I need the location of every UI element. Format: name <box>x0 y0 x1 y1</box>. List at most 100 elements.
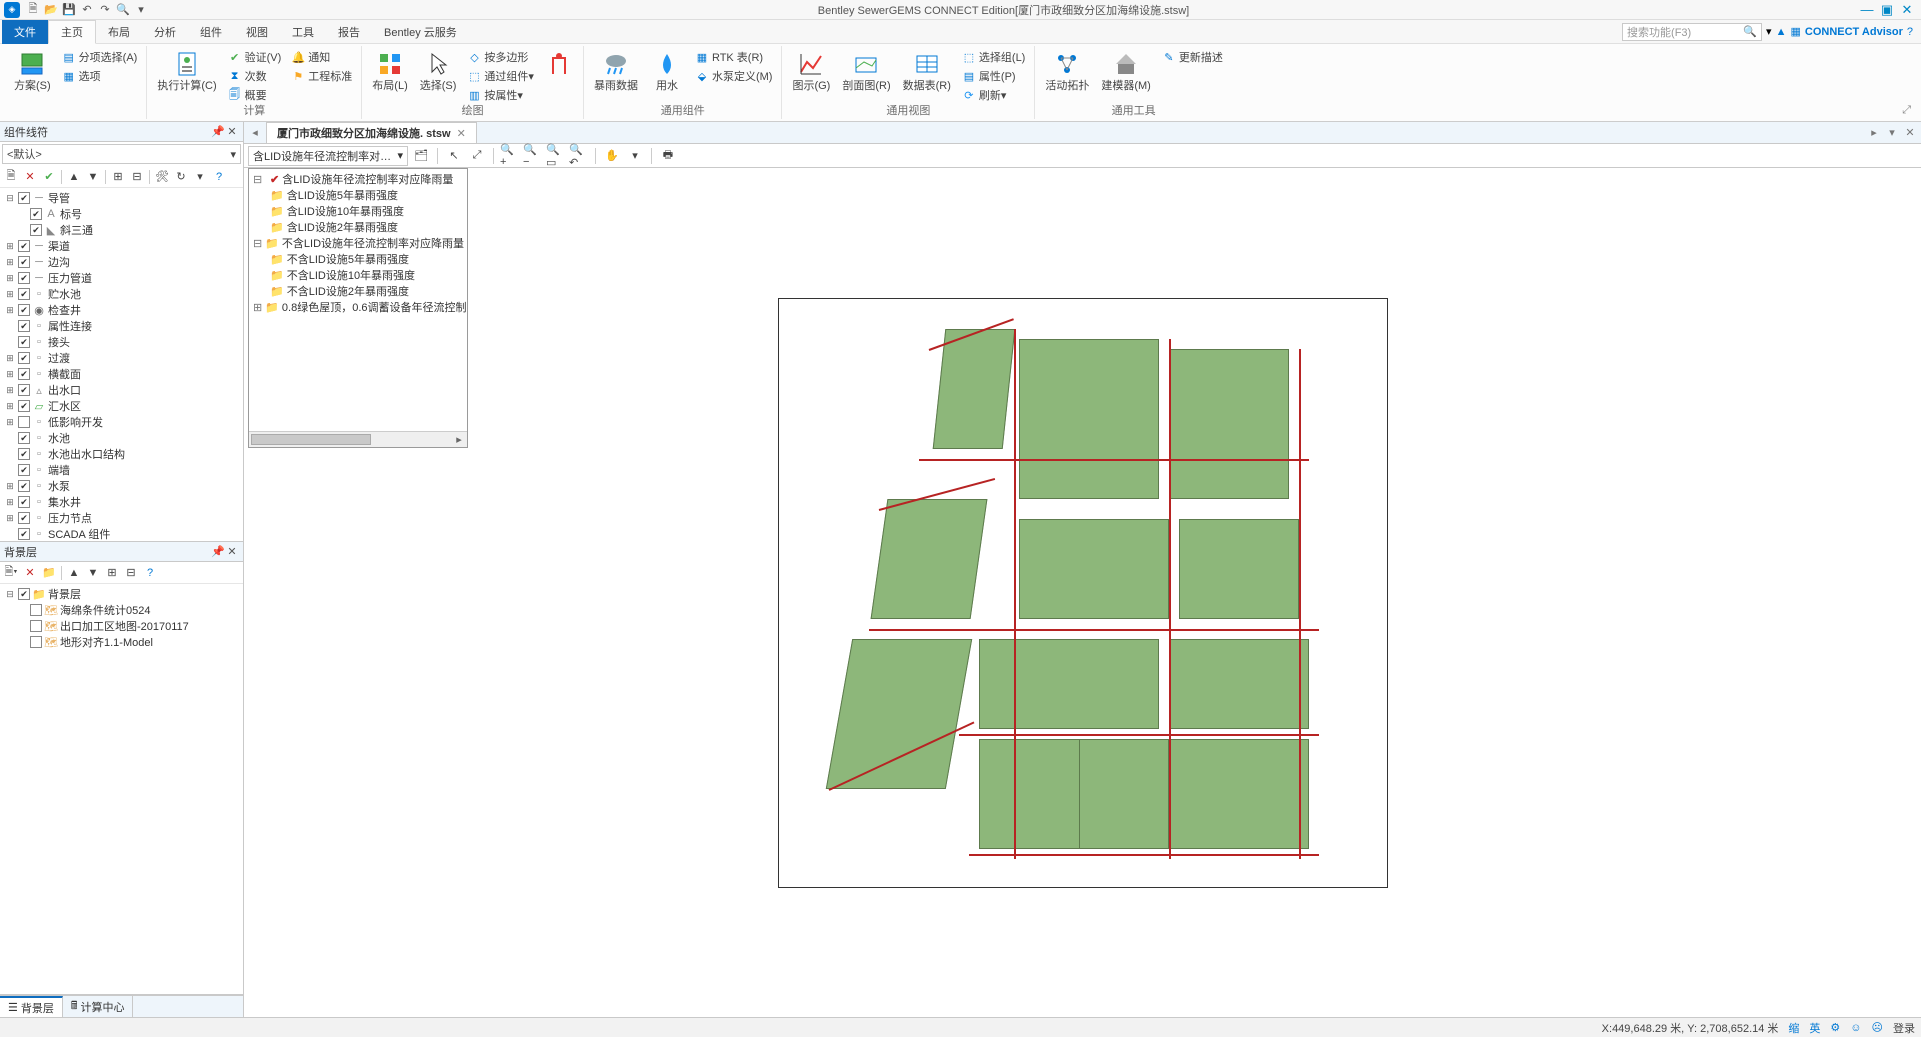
rtk-table-button[interactable]: ▦RTK 表(R) <box>692 48 776 66</box>
diagram-button[interactable]: 图示(G) <box>788 48 834 94</box>
expand-icon[interactable]: ⊞ <box>4 369 16 380</box>
tab-prev-icon[interactable]: ◂ <box>248 126 262 139</box>
qat-dropdown-icon[interactable]: ▾ <box>132 2 150 18</box>
tree-item[interactable]: ⊞◉检查井 <box>2 302 241 318</box>
check-icon[interactable]: ✔ <box>40 168 58 186</box>
up-icon[interactable]: ▲ <box>65 564 83 582</box>
minimize-icon[interactable]: — <box>1857 2 1877 18</box>
update-desc-button[interactable]: ✎更新描述 <box>1159 48 1226 66</box>
checkbox[interactable] <box>18 432 30 444</box>
scenario-item[interactable]: 📁不含LID设施10年暴雨强度 <box>251 267 465 283</box>
tab-close-icon[interactable]: ✕ <box>457 127 466 140</box>
scenario-item[interactable]: 📁不含LID设施2年暴雨强度 <box>251 283 465 299</box>
checkbox[interactable] <box>18 368 30 380</box>
checkbox[interactable] <box>30 604 42 616</box>
tab-compute-center[interactable]: 🖩计算中心 <box>63 995 134 1017</box>
water-usage-button[interactable]: 用水 <box>646 48 688 94</box>
checkbox[interactable] <box>18 352 30 364</box>
signin-link[interactable]: 登录 <box>1893 1020 1915 1036</box>
tab-report[interactable]: 报告 <box>326 20 372 44</box>
expand-icon[interactable]: ⊟ <box>253 237 262 250</box>
checkbox[interactable] <box>18 448 30 460</box>
tab-tools[interactable]: 工具 <box>280 20 326 44</box>
notify-button[interactable]: 🔔通知 <box>288 48 355 66</box>
expand-icon[interactable]: ⊟ <box>4 589 16 600</box>
panel-close-icon[interactable]: ✕ <box>225 125 239 138</box>
layout-button[interactable]: 布局(L) <box>368 48 411 94</box>
tab-background-layers[interactable]: ☰背景层 <box>0 996 63 1018</box>
scenario-tree-hscroll[interactable]: ◂ ▸ <box>249 431 467 447</box>
tree-item[interactable]: ⊞▫横截面 <box>2 366 241 382</box>
expand-icon[interactable]: ⊞ <box>4 353 16 364</box>
collapse-icon[interactable]: ⊟ <box>122 564 140 582</box>
checkbox[interactable] <box>18 272 30 284</box>
expand-icon[interactable]: ⊞ <box>253 301 262 314</box>
checkbox[interactable] <box>18 304 30 316</box>
qat-undo-icon[interactable]: ↶ <box>78 2 96 18</box>
document-tab[interactable]: 厦门市政细致分区加海绵设施. stsw ✕ <box>266 122 477 143</box>
pump-def-button[interactable]: ⬙水泵定义(M) <box>692 67 776 85</box>
restore-icon[interactable]: ▣ <box>1877 2 1897 18</box>
alternatives-button[interactable]: ▤分项选择(A) <box>59 48 141 66</box>
tree-item[interactable]: ▫水池出水口结构 <box>2 446 241 462</box>
scenario-item[interactable]: 📁含LID设施5年暴雨强度 <box>251 187 465 203</box>
tree-item[interactable]: ⊞─边沟 <box>2 254 241 270</box>
scenario-tree-popup[interactable]: ⊟ ✔含LID设施年径流控制率对应降雨量 📁含LID设施5年暴雨强度 📁含LID… <box>248 168 468 448</box>
profile-button[interactable]: 剖面图(R) <box>838 48 894 94</box>
expand-icon[interactable]: ⊞ <box>4 497 16 508</box>
scroll-thumb[interactable] <box>251 434 371 445</box>
ribbon-expand-icon[interactable]: ▾ <box>1766 25 1772 38</box>
tab-next-icon[interactable]: ▸ <box>1867 126 1881 139</box>
expand-icon[interactable]: ⊞ <box>4 289 16 300</box>
zoom-indicator[interactable]: 缩 <box>1788 1020 1799 1036</box>
checkbox[interactable] <box>18 192 30 204</box>
happy-icon[interactable]: ☺ <box>1850 1022 1861 1034</box>
help-icon[interactable]: ? <box>1907 26 1913 38</box>
help-icon[interactable]: ? <box>141 564 159 582</box>
expand-icon[interactable]: ⊞ <box>4 513 16 524</box>
scenario-item[interactable]: ⊟ 📁不含LID设施年径流控制率对应降雨量 <box>251 235 465 251</box>
tab-layout[interactable]: 布局 <box>96 20 142 44</box>
modelbuilder-button[interactable]: 建模器(M) <box>1097 48 1155 94</box>
storm-data-button[interactable]: 暴雨数据 <box>590 48 642 94</box>
checkbox[interactable] <box>18 528 30 540</box>
scenario-item[interactable]: ⊟ ✔含LID设施年径流控制率对应降雨量 <box>251 171 465 187</box>
tab-home[interactable]: 主页 <box>48 20 96 44</box>
expand-icon[interactable]: ⊟ <box>4 193 16 204</box>
tree-item[interactable]: ⊞─渠道 <box>2 238 241 254</box>
collapse-icon[interactable]: ⊟ <box>128 168 146 186</box>
validate-button[interactable]: ✔验证(V) <box>225 48 285 66</box>
tree-item[interactable]: 🗺地形对齐1.1-Model <box>2 634 241 650</box>
move-down-icon[interactable]: ▼ <box>84 168 102 186</box>
annotate-button[interactable] <box>541 48 577 80</box>
more-icon[interactable]: ▾ <box>191 168 209 186</box>
ime-indicator[interactable]: 英 <box>1809 1020 1820 1036</box>
tree-item[interactable]: ▫SCADA 组件 <box>2 526 241 541</box>
tree-item[interactable]: ⊞─压力管道 <box>2 270 241 286</box>
checkbox[interactable] <box>18 320 30 332</box>
symbology-tree[interactable]: ⊟─导管A标号◣斜三通⊞─渠道⊞─边沟⊞─压力管道⊞▫贮水池⊞◉检查井▫属性连接… <box>0 188 243 541</box>
scenario-item[interactable]: 📁含LID设施2年暴雨强度 <box>251 219 465 235</box>
tree-item[interactable]: ⊞▫压力节点 <box>2 510 241 526</box>
expand-icon[interactable] <box>253 285 267 297</box>
new-bg-icon[interactable]: 🗎▾ <box>2 564 20 582</box>
checkbox[interactable] <box>18 288 30 300</box>
expand-icon[interactable]: ⊞ <box>4 401 16 412</box>
move-up-icon[interactable]: ▲ <box>65 168 83 186</box>
expand-icon[interactable]: ⊞ <box>4 385 16 396</box>
ribbon-collapse-icon[interactable]: ⤢ <box>1902 104 1911 117</box>
new-symb-icon[interactable]: 🗎 <box>2 168 20 186</box>
ribbon-search-input[interactable]: 搜索功能(F3) 🔍 <box>1622 23 1762 41</box>
scheme-button[interactable]: 方案(S) <box>10 48 55 94</box>
times-button[interactable]: ⧗次数 <box>225 67 285 85</box>
tree-item[interactable]: ⊞▫贮水池 <box>2 286 241 302</box>
tab-analysis[interactable]: 分析 <box>142 20 188 44</box>
tree-item[interactable]: ⊞▱汇水区 <box>2 398 241 414</box>
zoom-out-icon[interactable]: 🔍− <box>523 146 543 166</box>
close-icon[interactable]: ✕ <box>1897 2 1917 18</box>
tree-item[interactable]: ▫端墙 <box>2 462 241 478</box>
tree-item[interactable]: ⊟📁背景层 <box>2 586 241 602</box>
tree-item[interactable]: ⊟─导管 <box>2 190 241 206</box>
tree-item[interactable]: ⊞▫水泵 <box>2 478 241 494</box>
tree-item[interactable]: ⊞▫低影响开发 <box>2 414 241 430</box>
